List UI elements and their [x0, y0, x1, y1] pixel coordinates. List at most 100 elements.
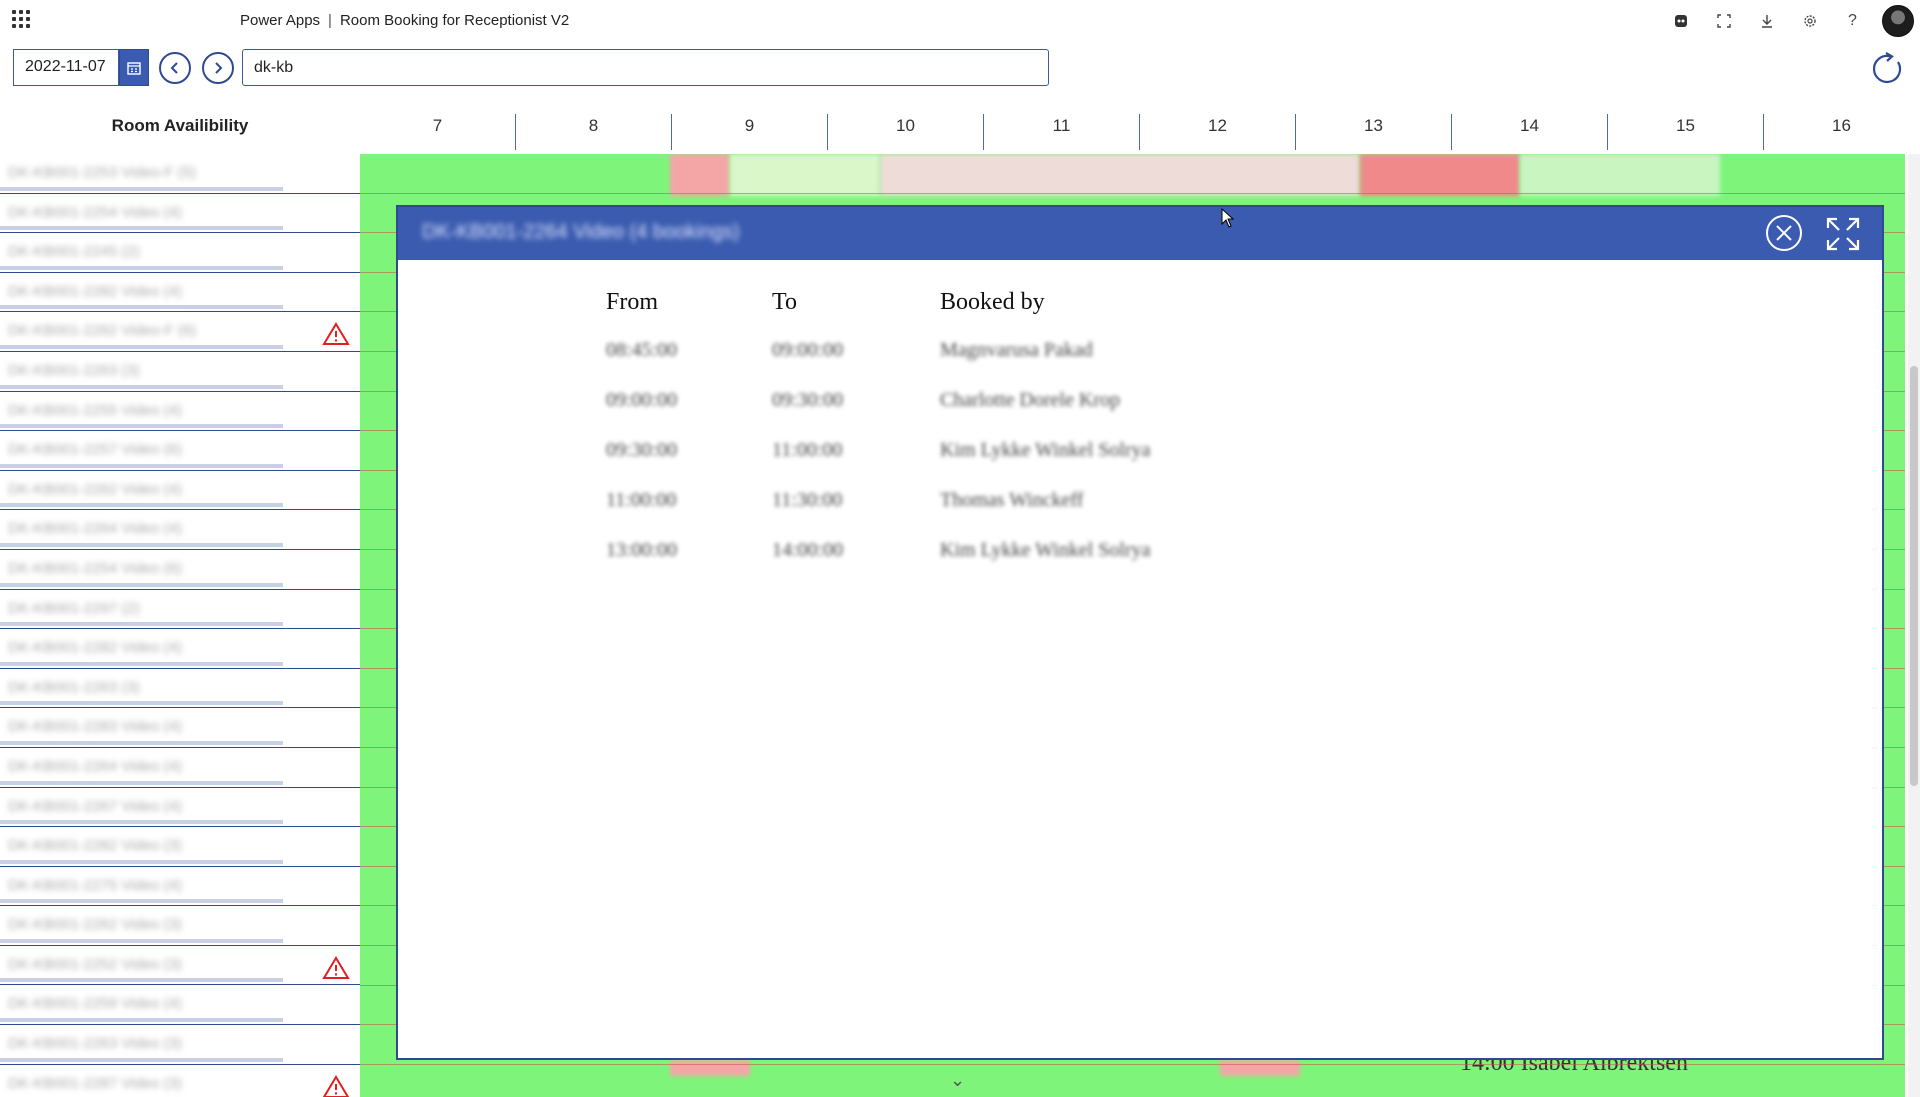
booking-block[interactable]: [670, 154, 730, 196]
user-avatar[interactable]: [1882, 5, 1914, 37]
warning-icon[interactable]: [322, 1074, 350, 1097]
booking-booked-by: Kim Lykke Winkel Solrya: [940, 439, 1151, 461]
booking-row: 11:00:00 11:30:00 Thomas Winckeff: [606, 489, 1360, 539]
hour-divider: [671, 114, 672, 150]
booking-booked-by: Kim Lykke Winkel Solrya: [940, 539, 1151, 561]
booking-block[interactable]: [670, 1060, 750, 1076]
room-separator: [0, 701, 283, 706]
room-row[interactable]: DK-KB001-2257 Video (6): [0, 431, 360, 471]
booking-to: 09:00:00: [772, 339, 844, 361]
expand-button[interactable]: [1824, 215, 1862, 253]
booking-to: 11:00:00: [772, 439, 843, 461]
room-row[interactable]: DK-KB001-2264 Video (4): [0, 748, 360, 788]
booking-from: 11:00:00: [606, 489, 677, 511]
room-row[interactable]: DK-KB001-2263 Video (3): [0, 1025, 360, 1065]
room-name: DK-KB001-2254 Video (6): [8, 559, 182, 577]
settings-gear-icon[interactable]: [1788, 6, 1831, 36]
previous-day-button[interactable]: [159, 52, 191, 84]
help-icon[interactable]: ?: [1831, 6, 1874, 36]
hour-divider: [1451, 114, 1452, 150]
calendar-icon[interactable]: [119, 49, 149, 86]
room-row[interactable]: DK-KB001-2254 Video (6): [0, 550, 360, 590]
expand-icon: [1826, 217, 1860, 251]
room-row[interactable]: DK-KB001-2262 Video (4): [0, 471, 360, 511]
bookings-table: From To Booked by 08:45:00 09:00:00 Magnva…: [606, 289, 1360, 589]
download-icon[interactable]: [1745, 6, 1788, 36]
copilot-icon[interactable]: [1659, 6, 1702, 36]
room-name: DK-KB001-2267 Video (4): [8, 797, 182, 815]
grid-row-line: [360, 1063, 1905, 1065]
room-separator: [0, 582, 283, 587]
date-input[interactable]: 2022-11-07: [13, 49, 119, 86]
vertical-scrollbar[interactable]: [1908, 154, 1920, 1097]
room-name: DK-KB001-2262 Video-F (6): [8, 322, 197, 340]
booking-booked-by: Thomas Winckeff: [940, 489, 1084, 511]
room-name: DK-KB001-2255 Video (4): [8, 401, 182, 419]
fit-to-screen-icon[interactable]: [1702, 6, 1745, 36]
room-row[interactable]: DK-KB001-2287 Video (3): [0, 1065, 360, 1097]
room-row[interactable]: DK-KB001-2253 Video-F (5): [0, 154, 360, 194]
room-row[interactable]: DK-KB001-2282 Video (4): [0, 629, 360, 669]
hour-label: 11: [1052, 116, 1071, 135]
scroll-down-chevron-icon[interactable]: ⌄: [950, 1070, 965, 1091]
room-separator: [0, 344, 283, 349]
next-day-button[interactable]: [202, 52, 234, 84]
room-separator: [0, 899, 283, 904]
room-row[interactable]: DK-KB001-2263 (3): [0, 352, 360, 392]
room-row[interactable]: DK-KB001-2262 Video-F (6): [0, 312, 360, 352]
room-row[interactable]: DK-KB001-2282 Video (3): [0, 827, 360, 867]
search-input[interactable]: dk-kb: [242, 49, 1049, 86]
room-row[interactable]: DK-KB001-2275 Video (4): [0, 867, 360, 907]
column-booked-by: Booked by: [940, 289, 1045, 315]
room-row[interactable]: DK-KB001-2255 Video (4): [0, 392, 360, 432]
room-row[interactable]: DK-KB001-2254 Video (4): [0, 194, 360, 234]
booking-row: 09:00:00 09:30:00 Charlotte Dorele Krop: [606, 389, 1360, 439]
booking-block[interactable]: [730, 154, 880, 196]
room-separator: [0, 265, 283, 270]
room-separator: [0, 780, 283, 785]
room-name: DK-KB001-2252 Video (3): [8, 955, 182, 973]
column-to: To: [772, 289, 797, 315]
room-name: DK-KB001-2275 Video (4): [8, 876, 182, 894]
close-button[interactable]: [1764, 213, 1804, 253]
room-separator: [0, 186, 283, 191]
booking-to: 14:00:00: [772, 539, 844, 561]
room-separator: [0, 740, 283, 745]
room-row[interactable]: DK-KB001-2252 Video (3): [0, 946, 360, 986]
refresh-icon[interactable]: [1868, 50, 1906, 88]
close-icon: [1766, 215, 1802, 251]
room-row[interactable]: DK-KB001-2259 Video (4): [0, 985, 360, 1026]
booking-block[interactable]: [1520, 154, 1720, 196]
room-separator: [0, 661, 283, 666]
hour-divider: [1763, 114, 1764, 150]
room-row[interactable]: DK-KB001-2263 (3): [0, 669, 360, 709]
room-row[interactable]: DK-KB001-2264 Video (4): [0, 510, 360, 550]
room-row[interactable]: DK-KB001-2262 Video (3): [0, 906, 360, 946]
room-row[interactable]: DK-KB001-2245 (2): [0, 233, 360, 273]
warning-icon[interactable]: [322, 322, 350, 346]
scrollbar-thumb[interactable]: [1910, 366, 1918, 786]
room-name: DK-KB001-2245 (2): [8, 243, 140, 261]
booking-block[interactable]: [1360, 154, 1520, 196]
booking-from: 09:30:00: [606, 439, 678, 461]
app-launcher-icon[interactable]: [12, 10, 30, 28]
hour-header: 7 8 9 10 11 12 13 14 15 16: [360, 112, 1905, 152]
room-availability-header: Room Availibility: [111, 116, 249, 135]
booking-from: 09:00:00: [606, 389, 678, 411]
room-separator: [0, 622, 283, 627]
booking-block[interactable]: [880, 154, 1360, 196]
grid-row-line: [360, 192, 1905, 194]
room-row[interactable]: DK-KB001-2267 Video (4): [0, 788, 360, 828]
booking-block[interactable]: [1220, 1060, 1300, 1076]
room-name: DK-KB001-2259 Video (4): [8, 995, 182, 1013]
room-row[interactable]: DK-KB001-2297 (2): [0, 590, 360, 630]
room-row[interactable]: DK-KB001-2282 Video (4): [0, 273, 360, 313]
booking-booked-by: Charlotte Dorele Krop: [940, 389, 1120, 411]
warning-icon[interactable]: [322, 955, 350, 980]
app-name: Room Booking for Receptionist V2: [339, 12, 570, 29]
hour-label: 9: [744, 116, 755, 135]
room-name: DK-KB001-2263 Video (3): [8, 1035, 182, 1053]
app-bar: Power Apps | Room Booking for Receptionist…: [0, 0, 1920, 42]
room-row[interactable]: DK-KB001-2283 Video (4): [0, 708, 360, 748]
room-separator: [0, 1018, 283, 1023]
